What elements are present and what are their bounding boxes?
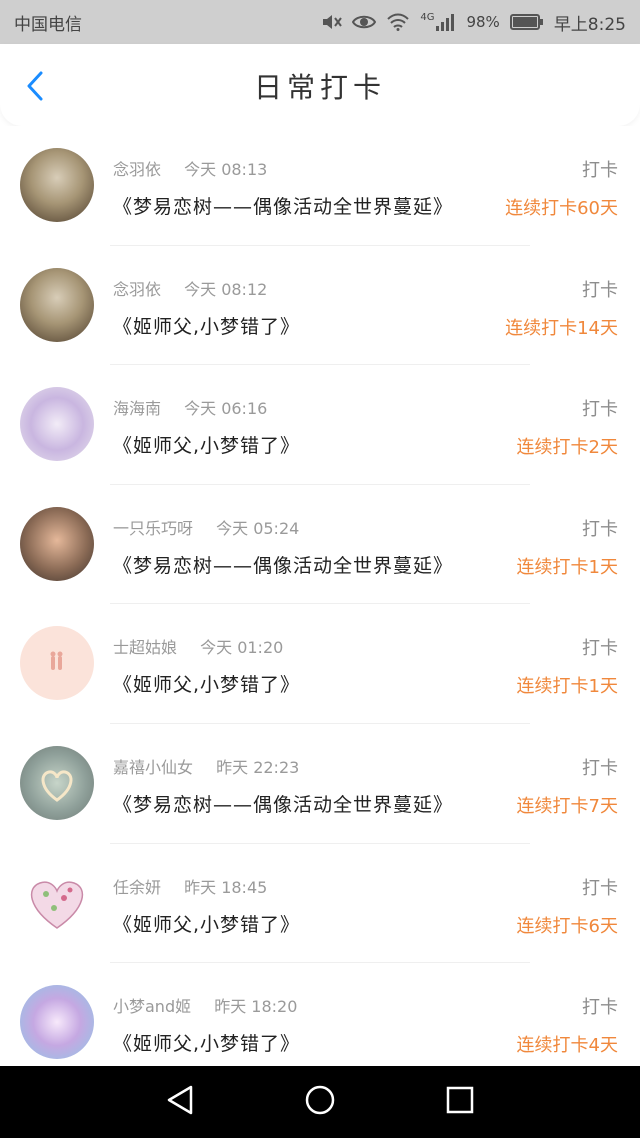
streak-label: 连续打卡1天	[516, 556, 618, 578]
checkin-button[interactable]: 打卡	[582, 754, 618, 780]
user-name[interactable]: 念羽依	[113, 280, 161, 299]
streak-label: 连续打卡60天	[505, 198, 618, 219]
list-item[interactable]: 念羽依 今天 08:13 打卡 《梦易恋树——偶像活动全世界蔓延》 连续打卡60…	[0, 126, 640, 246]
nav-back-button[interactable]	[156, 1078, 204, 1126]
checkin-time: 今天 01:20	[200, 638, 284, 658]
book-title[interactable]: 《梦易恋树——偶像活动全世界蔓延》	[113, 790, 453, 817]
checkin-time: 今天 08:13	[184, 160, 268, 179]
battery-percent: 98%	[466, 13, 500, 31]
checkin-meta: 一只乐巧呀 今天 05:24	[113, 515, 299, 539]
book-title[interactable]: 《姬师父,小梦错了》	[113, 670, 300, 697]
heart-icon	[41, 770, 73, 802]
checkin-time: 今天 08:12	[184, 279, 268, 299]
avatar[interactable]	[20, 626, 94, 701]
checkin-meta: 士超姑娘 今天 01:20	[113, 634, 283, 658]
book-title[interactable]: 《姬师父,小梦错了》	[113, 431, 300, 458]
user-name[interactable]: 嘉禧小仙女	[113, 758, 193, 777]
avatar[interactable]	[20, 506, 94, 581]
user-name[interactable]: 一只乐巧呀	[113, 519, 193, 538]
checkin-button[interactable]: 打卡	[582, 395, 618, 421]
checkin-meta: 任余妍 昨天 18:45	[113, 874, 267, 898]
checkin-button[interactable]: 打卡	[582, 874, 618, 900]
nav-recents-button[interactable]	[436, 1078, 484, 1126]
list-item[interactable]: 士超姑娘 今天 01:20 打卡 《姬师父,小梦错了》 连续打卡1天	[0, 604, 640, 724]
book-title[interactable]: 《梦易恋树——偶像活动全世界蔓延》	[113, 551, 453, 578]
nav-home-button[interactable]	[296, 1078, 344, 1126]
eye-icon	[352, 13, 377, 31]
checkin-meta: 念羽依 今天 08:13	[113, 156, 267, 180]
status-bar: 中国电信 4G 98% 早上8:25	[0, 0, 640, 44]
couple-figure-icon	[50, 651, 63, 671]
home-circle-icon	[304, 1084, 336, 1120]
back-triangle-icon	[165, 1084, 195, 1120]
checkin-list[interactable]: 念羽依 今天 08:13 打卡 《梦易恋树——偶像活动全世界蔓延》 连续打卡60…	[0, 126, 640, 1066]
avatar[interactable]	[20, 387, 94, 462]
battery-icon	[509, 13, 544, 31]
checkin-time: 今天 05:24	[216, 518, 300, 538]
avatar[interactable]	[20, 148, 94, 222]
user-name[interactable]: 士超姑娘	[113, 638, 177, 657]
checkin-time: 昨天 22:23	[216, 757, 300, 777]
carrier-label: 中国电信	[14, 14, 82, 35]
avatar[interactable]	[20, 267, 94, 342]
streak-label: 连续打卡2天	[516, 437, 618, 459]
book-title[interactable]: 《姬师父,小梦错了》	[113, 910, 300, 937]
list-item[interactable]: 海海南 今天 06:16 打卡 《姬师父,小梦错了》 连续打卡2天	[0, 365, 640, 485]
book-title[interactable]: 《梦易恋树——偶像活动全世界蔓延》	[113, 192, 453, 219]
avatar[interactable]	[20, 745, 94, 820]
checkin-button[interactable]: 打卡	[582, 515, 618, 541]
streak-label: 连续打卡1天	[516, 676, 618, 698]
checkin-button[interactable]: 打卡	[582, 634, 618, 660]
book-title[interactable]: 《姬师父,小梦错了》	[113, 312, 300, 339]
clock-label: 早上8:25	[553, 14, 626, 35]
user-name[interactable]: 任余妍	[113, 878, 161, 897]
checkin-meta: 小梦and姬 昨天 18:20	[113, 993, 297, 1017]
checkin-button[interactable]: 打卡	[582, 276, 618, 302]
avatar[interactable]	[20, 985, 94, 1060]
network-type-label: 4G	[420, 11, 435, 23]
user-name[interactable]: 海海南	[113, 399, 161, 418]
avatar[interactable]	[20, 865, 94, 940]
checkin-meta: 海海南 今天 06:16	[113, 395, 267, 419]
list-item[interactable]: 念羽依 今天 08:12 打卡 《姬师父,小梦错了》 连续打卡14天	[0, 246, 640, 366]
recents-square-icon	[445, 1085, 475, 1119]
book-title[interactable]: 《姬师父,小梦错了》	[113, 1029, 300, 1056]
streak-label: 连续打卡7天	[516, 795, 618, 817]
streak-label: 连续打卡4天	[516, 1035, 618, 1057]
list-item[interactable]: 一只乐巧呀 今天 05:24 打卡 《梦易恋树——偶像活动全世界蔓延》 连续打卡…	[0, 485, 640, 605]
nav-header: 日常打卡	[0, 44, 640, 126]
checkin-time: 昨天 18:20	[214, 997, 298, 1017]
checkin-meta: 嘉禧小仙女 昨天 22:23	[113, 754, 299, 778]
checkin-meta: 念羽依 今天 08:12	[113, 276, 267, 300]
checkin-time: 昨天 18:45	[184, 877, 268, 897]
page-title: 日常打卡	[253, 71, 386, 104]
list-item[interactable]: 嘉禧小仙女 昨天 22:23 打卡 《梦易恋树——偶像活动全世界蔓延》 连续打卡…	[0, 724, 640, 844]
checkin-button[interactable]: 打卡	[582, 156, 618, 182]
status-icons: 4G 98% 早上8:25	[320, 10, 626, 35]
checkin-time: 今天 06:16	[184, 399, 268, 419]
streak-label: 连续打卡6天	[516, 915, 618, 937]
mute-icon	[320, 12, 343, 32]
list-item[interactable]: 小梦and姬 昨天 18:20 打卡 《姬师父,小梦错了》 连续打卡4天	[0, 963, 640, 1066]
floral-heart-icon	[30, 881, 84, 929]
list-item[interactable]: 任余妍 昨天 18:45 打卡 《姬师父,小梦错了》 连续打卡6天	[0, 844, 640, 964]
user-name[interactable]: 念羽依	[113, 160, 161, 179]
streak-label: 连续打卡14天	[505, 317, 618, 339]
checkin-button[interactable]: 打卡	[582, 993, 618, 1019]
user-name[interactable]: 小梦and姬	[113, 997, 191, 1016]
signal-icon	[436, 13, 456, 31]
system-nav-bar	[0, 1066, 640, 1138]
wifi-icon	[386, 13, 410, 31]
